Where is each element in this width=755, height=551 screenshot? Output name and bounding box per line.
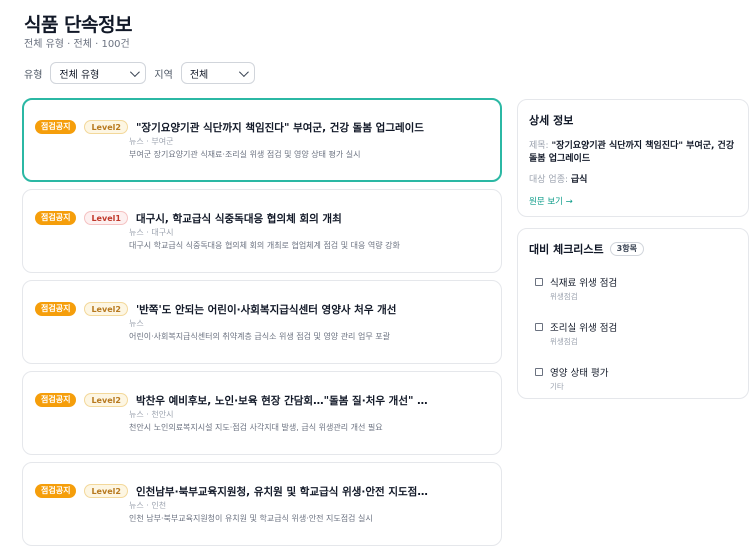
page-title: 식품 단속정보 <box>24 14 133 36</box>
page-subtitle: 전체 유형 · 전체 · 100건 <box>24 39 130 50</box>
type-select-value: 전체 유형 <box>59 69 100 81</box>
notice-type-badge: 점검공지 <box>35 393 77 407</box>
checklist-panel-header: 대비 체크리스트 3항목 <box>529 241 737 257</box>
notice-card[interactable]: 점검공지 Level1 대구시, 학교급식 식중독대응 협의체 회의 개최 뉴스… <box>22 189 502 273</box>
notice-desc: 부여군 장기요양기관 식재료·조리실 위생 점검 및 영양 상태 평가 실시 <box>129 150 361 159</box>
checklist-title: 대비 체크리스트 <box>529 243 604 256</box>
checkbox[interactable] <box>535 368 543 376</box>
detail-industry-value: 급식 <box>570 175 588 185</box>
checkbox[interactable] <box>535 323 543 331</box>
notice-title: 박찬우 예비후보, 노인·보육 현장 간담회…"돌봄 질·처우 개선" 강... <box>135 394 436 407</box>
filter-bar: 유형 전체 유형 지역 전체 <box>24 62 263 84</box>
chevron-down-icon <box>130 66 141 77</box>
checklist-count-badge: 3항목 <box>609 242 644 256</box>
detail-panel: 상세 정보 제목: "장기요양기관 식단까지 책임진다" 부여군, 건강 돌봄 … <box>517 99 749 217</box>
notice-title: '반쪽'도 안되는 어린이·사회복지급식센터 영양사 처우 개선 <box>135 303 397 316</box>
checklist-item-label: 조리실 위생 점검 <box>550 323 618 334</box>
notice-card[interactable]: 점검공지 Level2 '반쪽'도 안되는 어린이·사회복지급식센터 영양사 처… <box>22 280 502 364</box>
checklist-item-label: 식재료 위생 점검 <box>550 278 618 289</box>
notice-type-badge: 점검공지 <box>35 302 77 316</box>
detail-industry-row: 대상 업종: 급식 <box>529 174 737 187</box>
level-badge: Level2 <box>84 302 128 316</box>
notice-meta: 뉴스 · 부여군 <box>129 137 174 146</box>
checklist-item: 식재료 위생 점검 위생점검 <box>535 275 737 302</box>
level-badge: Level2 <box>84 393 128 407</box>
notice-card[interactable]: 점검공지 Level2 "장기요양기관 식단까지 책임진다" 부여군, 건강 돌… <box>22 98 502 182</box>
region-filter-label: 지역 <box>154 69 173 81</box>
type-select[interactable]: 전체 유형 <box>50 62 147 84</box>
notice-title: 인천남부·북부교육지원청, 유치원 및 학교급식 위생·안전 지도점검 실... <box>135 485 436 498</box>
level-badge: Level2 <box>84 120 128 134</box>
notice-desc: 인천 남부·북부교육지원청이 유치원 및 학교급식 위생·안전 지도점검 실시 <box>129 514 373 523</box>
checklist-item-label: 영양 상태 평가 <box>550 368 609 379</box>
notice-card[interactable]: 점검공지 Level2 박찬우 예비후보, 노인·보육 현장 간담회…"돌봄 질… <box>22 371 502 455</box>
detail-title-key: 제목: <box>529 141 549 151</box>
view-original-link[interactable]: 원문 보기 → <box>529 195 737 207</box>
type-filter-label: 유형 <box>24 69 43 81</box>
detail-industry-key: 대상 업종: <box>529 175 569 185</box>
notice-title: 대구시, 학교급식 식중독대응 협의체 회의 개최 <box>135 212 342 225</box>
checklist-item: 영양 상태 평가 기타 <box>535 365 737 392</box>
checklist-panel: 대비 체크리스트 3항목 식재료 위생 점검 위생점검 조리실 위생 점검 위생… <box>517 228 749 399</box>
notice-card[interactable]: 점검공지 Level2 인천남부·북부교육지원청, 유치원 및 학교급식 위생·… <box>22 462 502 546</box>
checkbox[interactable] <box>535 278 543 286</box>
region-select-value: 전체 <box>189 69 209 81</box>
notice-meta: 뉴스 <box>129 319 144 328</box>
notice-type-badge: 점검공지 <box>35 211 77 225</box>
notice-type-badge: 점검공지 <box>35 484 77 498</box>
detail-panel-title: 상세 정보 <box>529 114 574 127</box>
detail-title-value: "장기요양기관 식단까지 책임진다" 부여군, 건강 돌봄 업그레이드 <box>529 141 735 164</box>
notice-meta: 뉴스 · 인천 <box>129 501 167 510</box>
level-badge: Level1 <box>84 211 128 225</box>
checklist-item-category: 위생점검 <box>550 292 578 301</box>
notice-list: 점검공지 Level2 "장기요양기관 식단까지 책임진다" 부여군, 건강 돌… <box>22 98 504 551</box>
checklist-item-category: 기타 <box>550 382 564 391</box>
notice-meta: 뉴스 · 대구시 <box>129 228 174 237</box>
notice-type-badge: 점검공지 <box>35 120 77 134</box>
chevron-down-icon <box>238 66 249 77</box>
notice-desc: 대구시 학교급식 식중독대응 협의체 회의 개최로 협업체계 점검 및 대응 역… <box>129 241 400 250</box>
level-badge: Level2 <box>84 484 128 498</box>
notice-desc: 천안시 노인의료복지시설 지도·점검 사각지대 발생, 급식 위생관리 개선 필… <box>129 423 383 432</box>
detail-title-row: 제목: "장기요양기관 식단까지 책임진다" 부여군, 건강 돌봄 업그레이드 <box>529 140 737 166</box>
notice-desc: 어린이·사회복지급식센터의 취약계층 급식소 위생 점검 및 영양 관리 업무 … <box>129 332 390 341</box>
checklist-item: 조리실 위생 점검 위생점검 <box>535 320 737 347</box>
region-select[interactable]: 전체 <box>180 62 255 84</box>
checklist-item-category: 위생점검 <box>550 337 578 346</box>
notice-meta: 뉴스 · 천안시 <box>129 410 174 419</box>
notice-title: "장기요양기관 식단까지 책임진다" 부여군, 건강 돌봄 업그레이드 <box>135 121 424 134</box>
